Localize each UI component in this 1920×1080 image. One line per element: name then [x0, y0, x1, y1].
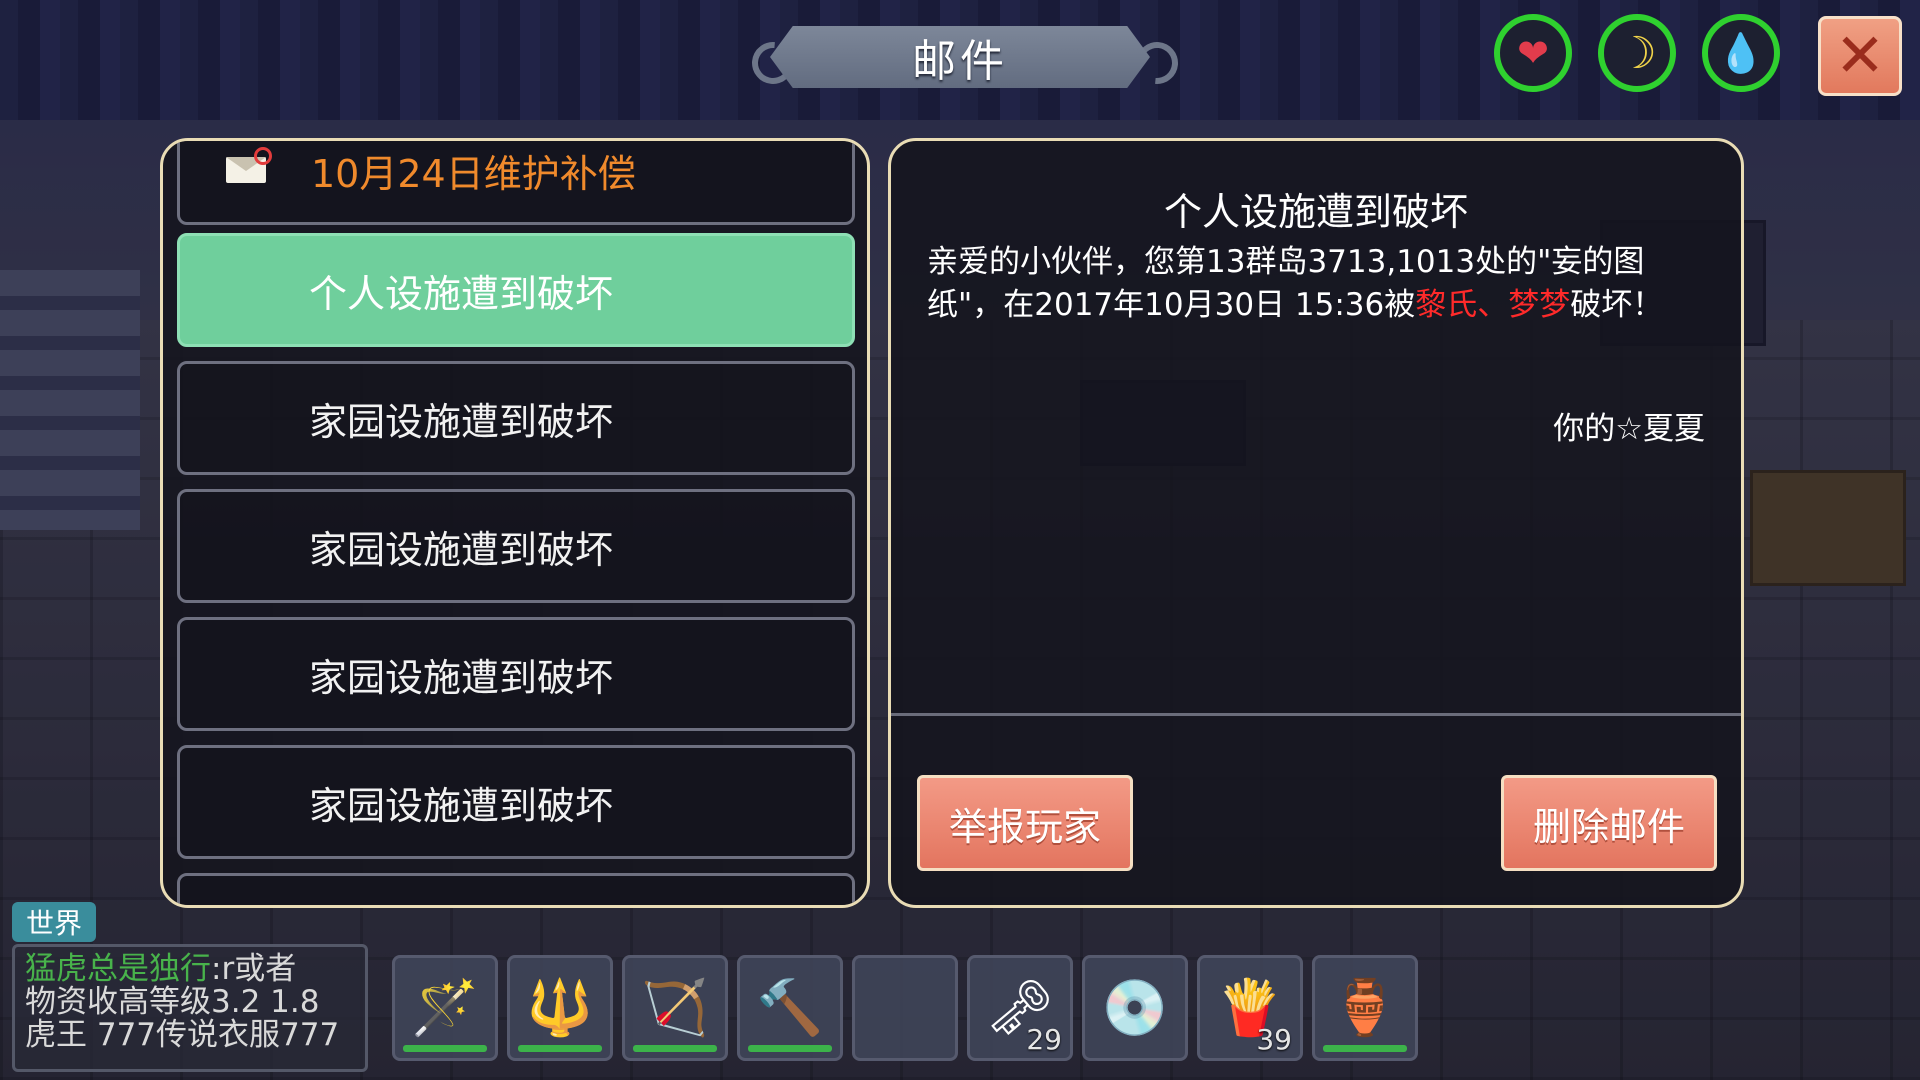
- page-title: 邮件: [912, 36, 1008, 87]
- mail-item-label: 家园设施遭到破坏: [308, 527, 613, 572]
- chat-line: 虎王 777传说衣服777: [25, 1017, 340, 1053]
- mail-item-selected[interactable]: 个人设施遭到破坏: [177, 233, 855, 347]
- hotbar-slot[interactable]: 🪄: [392, 955, 498, 1061]
- hotbar-slot[interactable]: 🔱: [507, 955, 613, 1061]
- envelope-icon: [226, 147, 272, 183]
- wooden-hammer-icon: 🔨: [756, 976, 824, 1039]
- hotbar-slot[interactable]: 🍟 39: [1197, 955, 1303, 1061]
- disc-icon: 💿: [1101, 976, 1169, 1039]
- durability-bar: [633, 1045, 717, 1052]
- chat-tab-world[interactable]: 世界: [12, 902, 96, 942]
- bow-icon: 🏹: [641, 976, 709, 1039]
- mail-item[interactable]: 家园设施遭到破坏: [177, 361, 855, 475]
- mail-item-label: 家园设施遭到破坏: [308, 783, 613, 828]
- mail-signature: 你的☆夏夏: [1553, 411, 1705, 447]
- delete-mail-button[interactable]: 删除邮件: [1501, 775, 1717, 871]
- mail-title-bar: 邮件: [770, 26, 1150, 88]
- mail-item-label: 个人设施遭到破坏: [308, 271, 613, 316]
- mail-detail-title: 个人设施遭到破坏: [1163, 190, 1468, 234]
- chat-box[interactable]: 猛虎总是独行:r或者 物资收高等级3.2 1.8 虎王 777传说衣服777: [12, 944, 368, 1072]
- hunger-status[interactable]: ☽: [1598, 14, 1676, 92]
- ice-spear-icon: 🔱: [526, 976, 594, 1039]
- mail-divider: [891, 713, 1741, 716]
- mail-item-label: 家园设施遭到破坏: [308, 399, 613, 444]
- mail-item-partial[interactable]: [177, 873, 855, 905]
- durability-bar: [403, 1045, 487, 1052]
- chat-line: 物资收高等级3.2 1.8: [25, 984, 320, 1020]
- durability-bar: [1323, 1045, 1407, 1052]
- water-drop-icon: 💧: [1717, 30, 1765, 75]
- durability-bar: [748, 1045, 832, 1052]
- close-icon: ✕: [1834, 21, 1886, 91]
- hotbar-slot[interactable]: [852, 955, 958, 1061]
- report-player-button[interactable]: 举报玩家: [917, 775, 1133, 871]
- durability-bar: [518, 1045, 602, 1052]
- hotbar-slot[interactable]: 🗝 29: [967, 955, 1073, 1061]
- mail-detail-body: 亲爱的小伙伴，您第13群岛3713,1013处的"妄的图纸"，在2017年10月…: [927, 241, 1705, 327]
- banana-icon: ☽: [1617, 27, 1657, 79]
- hotbar-slot[interactable]: 🔨: [737, 955, 843, 1061]
- mail-item-maintenance[interactable]: 10月24日维护补偿: [177, 141, 855, 225]
- mail-body-text-end: 破坏！: [1570, 287, 1664, 323]
- hotbar-slot[interactable]: 💿: [1082, 955, 1188, 1061]
- mail-item[interactable]: 家园设施遭到破坏: [177, 745, 855, 859]
- item-count: 29: [1026, 1023, 1062, 1056]
- mail-item-label: 10月24日维护补偿: [311, 151, 636, 196]
- mail-item-label: 家园设施遭到破坏: [308, 655, 613, 700]
- mail-body-offenders: 黎氏、梦梦: [1415, 287, 1571, 323]
- thirst-status[interactable]: 💧: [1702, 14, 1780, 92]
- close-button[interactable]: ✕: [1818, 16, 1902, 96]
- mail-list-panel[interactable]: 10月24日维护补偿 个人设施遭到破坏 家园设施遭到破坏 家园设施遭到破坏 家园…: [160, 138, 870, 908]
- chat-line: 猛虎总是独行:r或者: [25, 953, 355, 986]
- health-status[interactable]: ❤: [1494, 14, 1572, 92]
- chat-sender: 猛虎总是独行: [25, 951, 211, 987]
- heart-icon: ❤: [1517, 31, 1549, 75]
- item-count: 39: [1256, 1023, 1292, 1056]
- water-flask-icon: 🏺: [1331, 976, 1399, 1039]
- hotbar-slot[interactable]: 🏺: [1312, 955, 1418, 1061]
- hotbar-slot[interactable]: 🏹: [622, 955, 728, 1061]
- ice-staff-icon: 🪄: [411, 976, 479, 1039]
- mail-item[interactable]: 家园设施遭到破坏: [177, 489, 855, 603]
- mail-item[interactable]: 家园设施遭到破坏: [177, 617, 855, 731]
- chat-message: :r或者: [211, 951, 297, 987]
- mail-detail-panel: 个人设施遭到破坏 亲爱的小伙伴，您第13群岛3713,1013处的"妄的图纸"，…: [888, 138, 1744, 908]
